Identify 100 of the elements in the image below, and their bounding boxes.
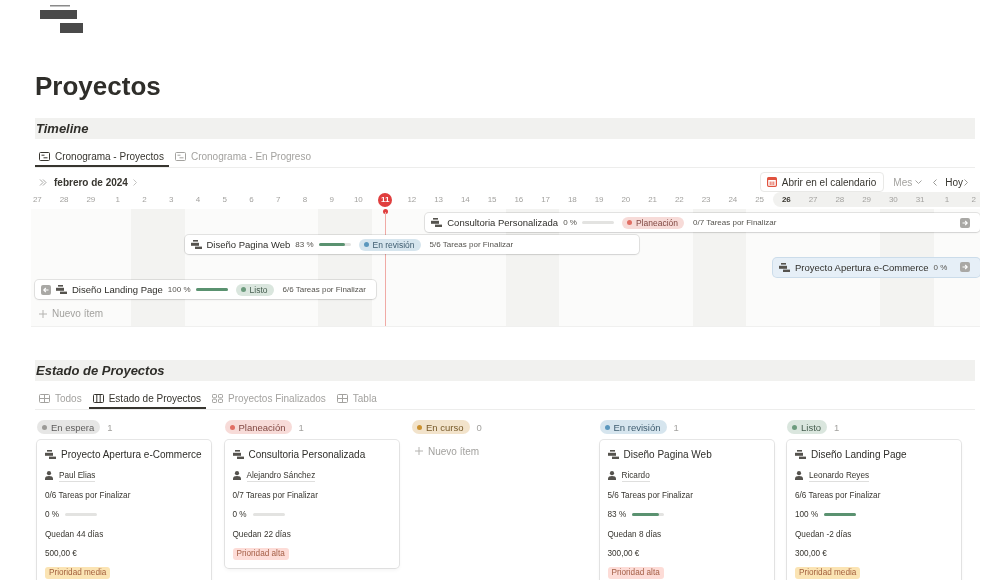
day-label: 14 xyxy=(460,194,470,205)
timeline-item[interactable]: Diseño Pagina Web 83 % En revisión 5/6 Tareas por Finalizar xyxy=(184,235,640,255)
view-tab[interactable]: Cronograma - Proyectos xyxy=(35,145,169,167)
gantt-icon xyxy=(607,449,619,459)
progress-percent: 83 % xyxy=(295,240,314,250)
timeline-item[interactable]: Diseño Landing Page 100 % Listo 6/6 Tareas por Finalizar xyxy=(35,280,376,300)
chevron-right-icon[interactable] xyxy=(132,178,137,186)
timeline-view-icon xyxy=(39,151,50,161)
chevron-right-icon[interactable] xyxy=(964,178,968,186)
tasks-count: 0/7 Tareas por Finalizar xyxy=(232,490,318,500)
day-label: 20 xyxy=(621,194,631,205)
progress-percent: 0 % xyxy=(933,262,948,272)
plus-icon xyxy=(415,447,423,455)
day-label: 27 xyxy=(32,194,42,205)
progress-percent: 0 % xyxy=(45,510,60,520)
owner-name[interactable]: Paul Elias xyxy=(59,469,96,482)
gantt-icon xyxy=(45,449,56,459)
item-title: Diseño Pagina Web xyxy=(206,239,291,251)
day-label: 6 xyxy=(249,194,254,205)
days-remaining: Quedan 22 días xyxy=(232,529,291,539)
card-count: 1 xyxy=(107,421,113,433)
tasks-count: 5/6 Tareas por Finalizar xyxy=(429,240,514,250)
gantt-icon xyxy=(56,285,67,295)
gantt-icon xyxy=(190,240,202,250)
day-label: 2 xyxy=(971,194,976,205)
double-chevron-icon[interactable] xyxy=(39,178,47,186)
project-card[interactable]: Proyecto Apertura e-Commerce Paul Elias 0/6 Tareas por Finalizar 0 % Quedan 44 días 500,00 € Prioridad media xyxy=(37,440,211,580)
status-label: En curso xyxy=(426,421,464,433)
owner-name[interactable]: Alejandro Sánchez xyxy=(246,469,316,482)
calendar-icon xyxy=(766,177,777,187)
project-card[interactable]: Diseño Pagina Web Ricardo 5/6 Tareas por Finalizar 83 % Quedan 8 días 300,00 € Prioridad alta xyxy=(599,440,774,580)
timeline-item[interactable]: Consultoria Personalizada 0 % Planeación 0/7 Tareas por Finalizar xyxy=(425,213,980,232)
view-tab[interactable]: Estado de Proyectos xyxy=(88,387,206,409)
arrow-right-icon[interactable] xyxy=(960,262,970,273)
project-card[interactable]: Diseño Landing Page Leonardo Reyes 6/6 Tareas por Finalizar 100 % Quedan -2 días 300,00 € Prioridad media xyxy=(787,440,961,580)
day-label: 9 xyxy=(329,194,334,205)
card-count: 1 xyxy=(298,421,304,433)
priority-tag: Prioridad alta xyxy=(232,547,289,560)
days-remaining: Quedan 8 días xyxy=(607,529,662,539)
tasks-count: 0/6 Tareas por Finalizar xyxy=(45,490,131,500)
tasks-count: 6/6 Tareas por Finalizar xyxy=(795,490,881,500)
price: 300,00 € xyxy=(607,549,640,559)
status-label: Planeación xyxy=(635,217,678,228)
gantt-icon xyxy=(795,449,806,459)
item-title: Diseño Landing Page xyxy=(72,284,163,296)
timeline-view-icon xyxy=(174,151,186,161)
tasks-count: 5/6 Tareas por Finalizar xyxy=(607,490,693,500)
page-title: Proyectos xyxy=(35,70,162,102)
day-label: 4 xyxy=(195,194,201,205)
arrow-right-icon[interactable] xyxy=(960,217,970,228)
table-icon xyxy=(336,393,348,403)
month-label: febrero de 2024 xyxy=(54,176,128,188)
progress-percent: 100 % xyxy=(795,510,819,520)
person-icon xyxy=(232,471,241,481)
board-icon xyxy=(92,393,104,403)
day-label: 7 xyxy=(275,194,281,205)
tasks-count: 0/7 Tareas por Finalizar xyxy=(693,218,777,227)
card-title: Diseño Pagina Web xyxy=(623,448,712,460)
day-label: 2 xyxy=(142,194,147,205)
day-label: 24 xyxy=(728,194,738,205)
day-label: 25 xyxy=(755,194,765,205)
day-label: 18 xyxy=(567,194,577,205)
tasks-count: 6/6 Tareas por Finalizar xyxy=(282,285,366,295)
section-heading: Timeline xyxy=(35,118,975,139)
card-count: 1 xyxy=(673,421,679,433)
day-label: 16 xyxy=(514,194,524,205)
progress-percent: 100 % xyxy=(167,285,191,295)
today-date-badge: 11 xyxy=(378,192,393,207)
gantt-icon xyxy=(431,218,443,227)
table-icon xyxy=(39,393,50,403)
owner-name[interactable]: Leonardo Reyes xyxy=(809,469,870,482)
day-label: 12 xyxy=(407,194,417,205)
progress-percent: 0 % xyxy=(563,218,577,227)
day-label: 29 xyxy=(862,194,872,205)
day-label: 19 xyxy=(594,194,604,205)
price: 300,00 € xyxy=(795,549,827,559)
card-title: Proyecto Apertura e-Commerce xyxy=(61,448,202,460)
item-title: Proyecto Apertura e-Commerce xyxy=(795,261,929,273)
chevron-left-icon[interactable] xyxy=(933,178,938,186)
gantt-icon xyxy=(779,262,790,272)
owner-name[interactable]: Ricardo xyxy=(621,469,650,482)
project-card[interactable]: Consultoria Personalizada Alejandro Sánchez 0/7 Tareas por Finalizar 0 % Quedan 22 días Prioridad alta xyxy=(224,440,399,568)
open-calendar-button[interactable]: Abrir en el calendario xyxy=(759,172,885,192)
day-label: 21 xyxy=(648,194,658,205)
today-button[interactable]: Hoy xyxy=(944,176,964,188)
day-label: 28 xyxy=(59,194,69,205)
arrow-left-icon[interactable] xyxy=(41,284,51,295)
day-label: 3 xyxy=(168,194,174,205)
day-label: 17 xyxy=(541,194,551,205)
card-title: Consultoria Personalizada xyxy=(248,448,366,460)
gantt-icon xyxy=(232,449,244,459)
timeline-item[interactable]: Proyecto Apertura e-Commerce 0 % xyxy=(773,257,980,277)
price: 500,00 € xyxy=(45,549,77,559)
day-label: 1 xyxy=(944,194,950,205)
day-label: 22 xyxy=(674,194,684,205)
day-label: 5 xyxy=(222,194,227,205)
card-title: Diseño Landing Page xyxy=(811,448,907,460)
plus-icon xyxy=(39,309,47,318)
day-label: 28 xyxy=(835,194,845,205)
day-label: 13 xyxy=(434,194,444,205)
